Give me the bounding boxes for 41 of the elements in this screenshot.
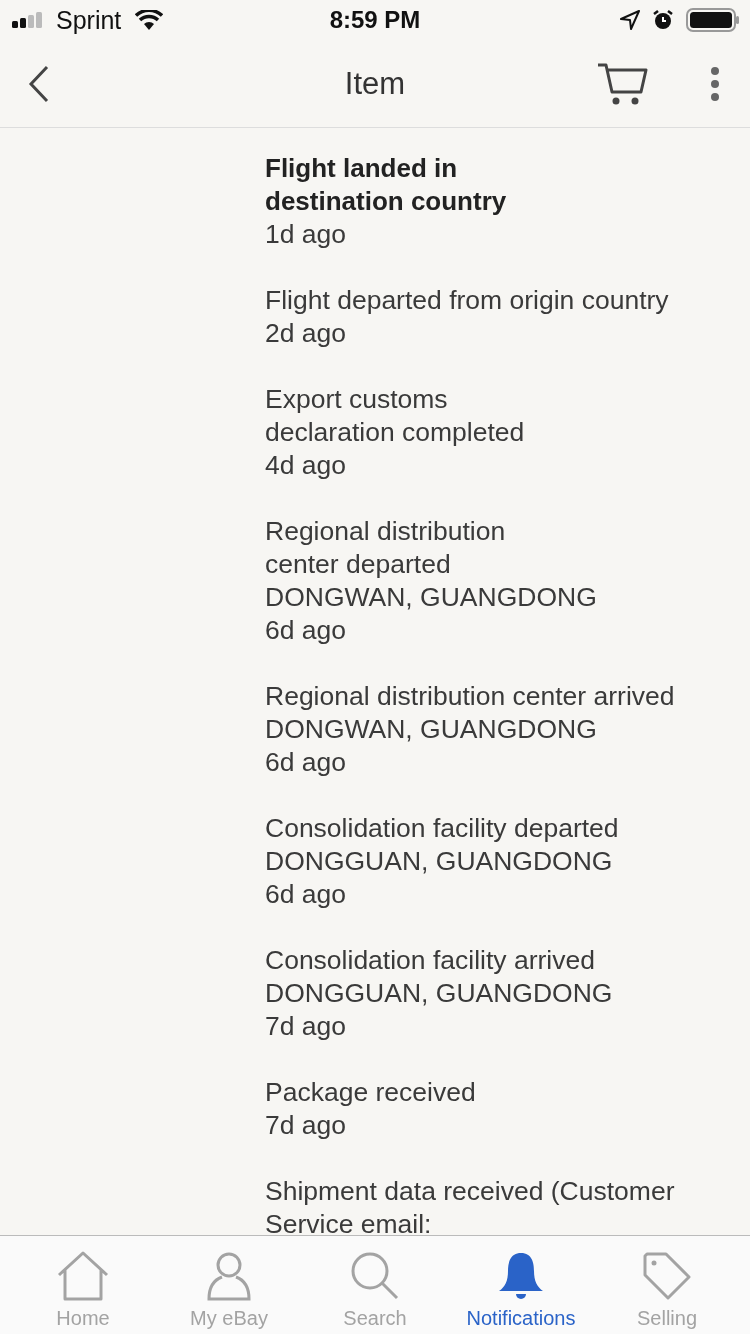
location-arrow-icon [620, 10, 640, 30]
event-title: Export customs declaration completed [265, 383, 526, 449]
event-location: DONGGUAN, GUANGDONG [265, 845, 614, 878]
alarm-icon [652, 9, 674, 31]
person-icon [207, 1251, 251, 1301]
tab[interactable]: Selling [597, 1236, 737, 1334]
event-time: 1d ago [265, 218, 348, 251]
page-title: Item [343, 65, 407, 102]
event-title: Regional distribution center departed [265, 515, 507, 581]
event-title: Shipment data received (Customer Service email: [265, 1175, 676, 1235]
wifi-icon [135, 10, 164, 30]
event-title: Consolidation facility arrived [265, 944, 596, 977]
event-location: DONGWAN, GUANGDONG [265, 713, 598, 746]
event-time: 6d ago [265, 878, 348, 911]
event-title: Flight landed in destination country [265, 152, 508, 218]
search-icon [350, 1251, 400, 1301]
event-title: Package received [265, 1076, 477, 1109]
event-title: Flight departed from origin country [265, 284, 670, 317]
tab[interactable]: Notifications [451, 1236, 591, 1334]
tag-icon [642, 1251, 692, 1301]
event-location: DONGGUAN, GUANGDONG [265, 977, 614, 1010]
event-time: 4d ago [265, 449, 348, 482]
event-title: Consolidation facility departed [265, 812, 620, 845]
back-button[interactable] [28, 64, 50, 103]
tab[interactable]: Search [305, 1236, 445, 1334]
tab[interactable]: My eBay [159, 1236, 299, 1334]
carrier-name: Sprint [56, 5, 122, 35]
event-time: 7d ago [265, 1109, 348, 1142]
event-time: 6d ago [265, 614, 348, 647]
event-time: 6d ago [265, 746, 348, 779]
status-time: 8:59 PM [328, 6, 422, 34]
tab[interactable]: Home [13, 1236, 153, 1334]
home-icon [56, 1251, 110, 1301]
bell-icon [497, 1251, 545, 1301]
battery-icon [686, 8, 740, 32]
more-options-button[interactable] [710, 66, 720, 101]
cart-button[interactable] [596, 61, 648, 106]
event-title: Regional distribution center arrived [265, 680, 676, 713]
event-location: DONGWAN, GUANGDONG [265, 581, 598, 614]
event-time: 2d ago [265, 317, 348, 350]
event-time: 7d ago [265, 1010, 348, 1043]
